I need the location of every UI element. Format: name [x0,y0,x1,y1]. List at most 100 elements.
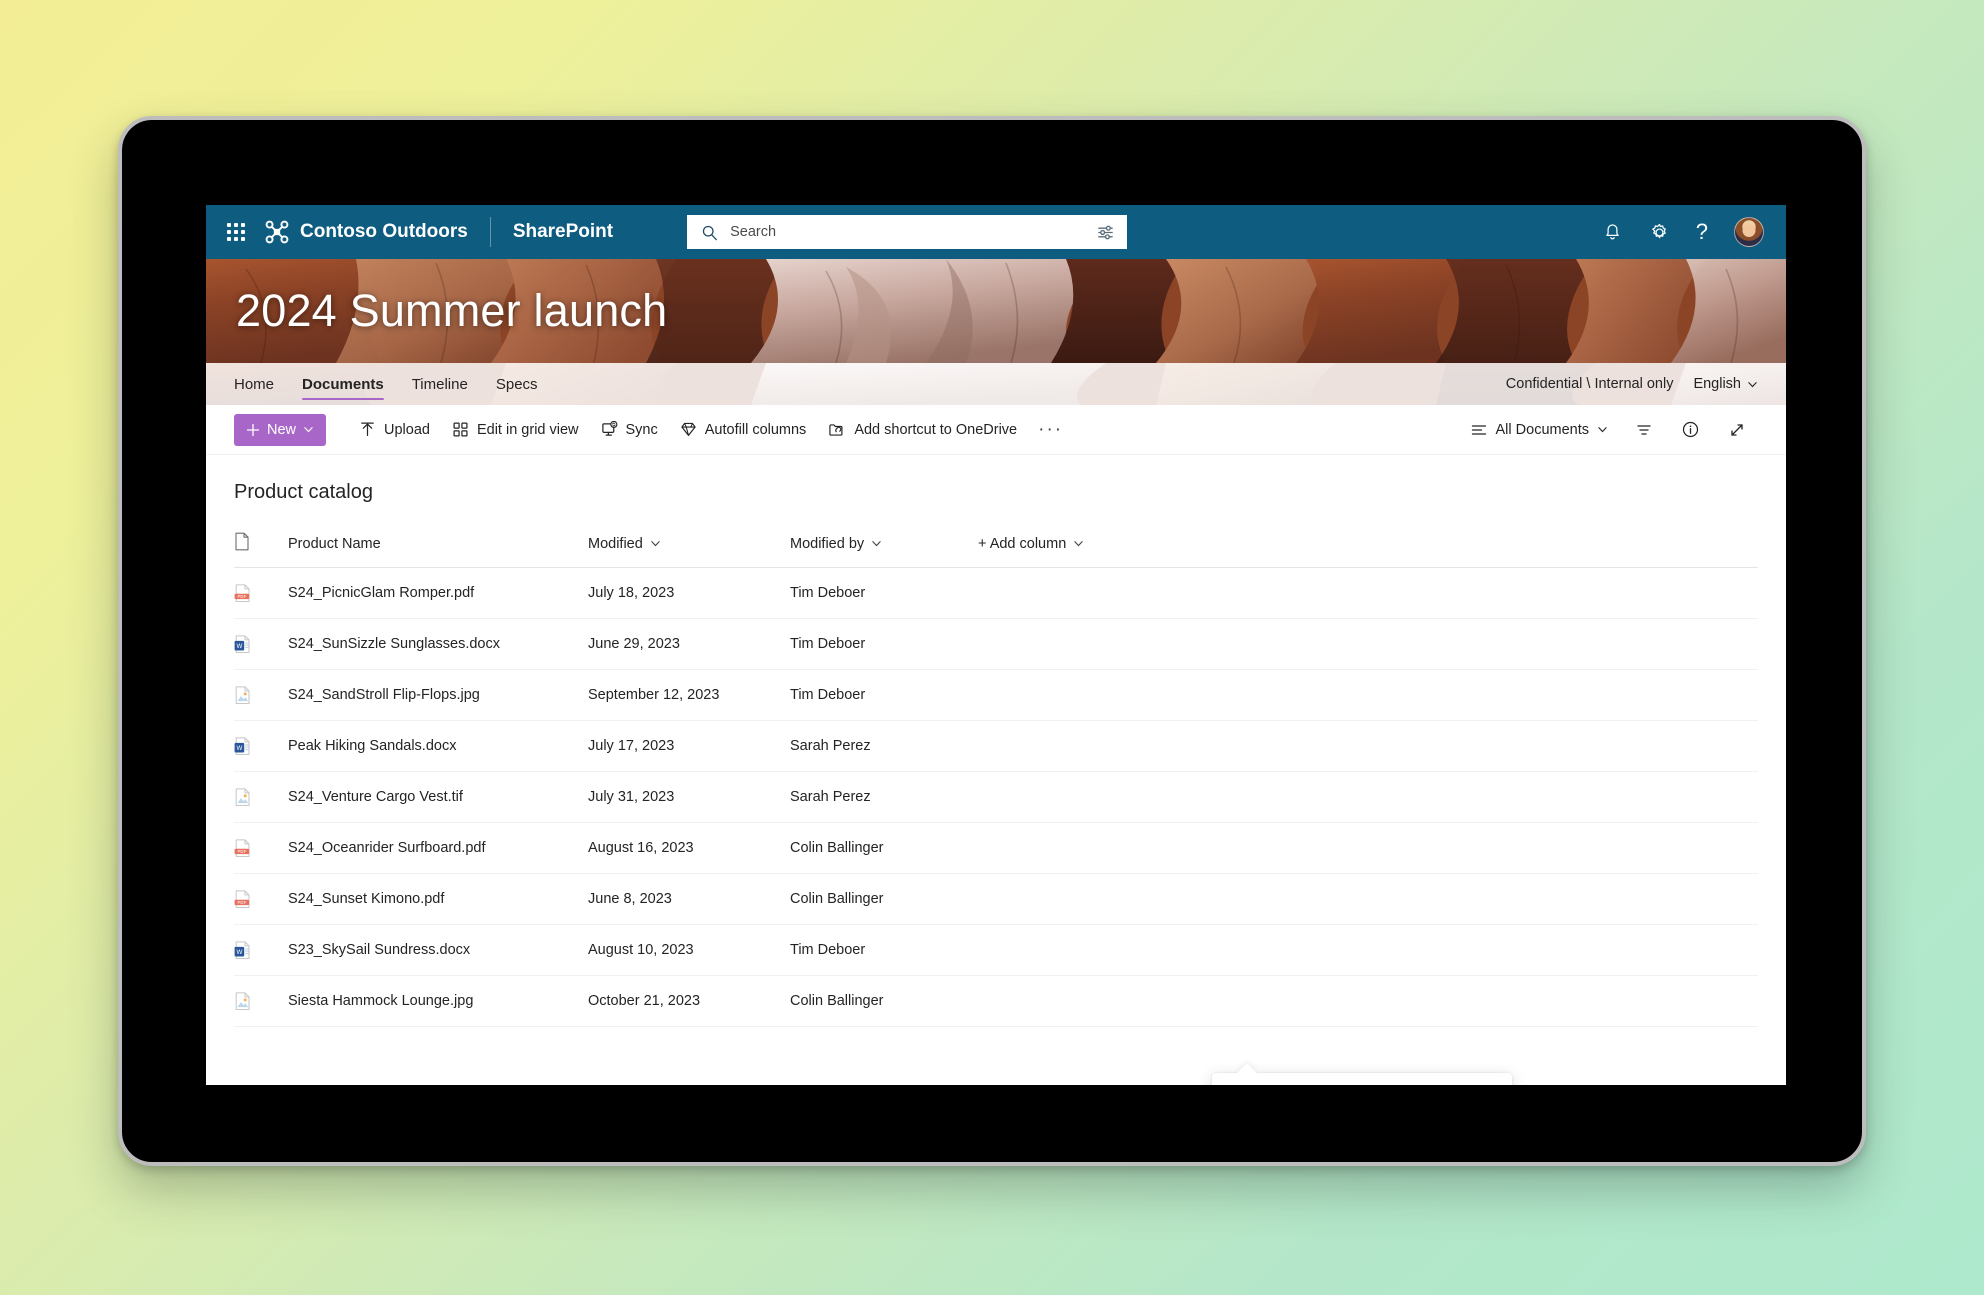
svg-text:PDF: PDF [238,849,247,854]
row-product-name[interactable]: S24_Sunset Kimono.pdf [288,873,588,925]
row-file-icon-cell: PDF [234,873,288,925]
add-shortcut-to-onedrive-button[interactable]: Add shortcut to OneDrive [817,413,1028,447]
add-shortcut-label: Add shortcut to OneDrive [854,421,1018,438]
row-product-name[interactable]: S24_Venture Cargo Vest.tif [288,771,588,823]
edit-in-grid-view-button[interactable]: Edit in grid view [441,413,590,447]
row-modified-by[interactable]: Colin Ballinger [790,822,978,874]
row-modified-by[interactable]: Tim Deboer [790,618,978,670]
notifications-icon[interactable] [1602,222,1623,243]
row-modified-by[interactable]: Tim Deboer [790,567,978,619]
user-avatar[interactable] [1734,217,1764,247]
contoso-drone-logo [265,220,289,244]
new-button-label: New [267,421,297,438]
nav-label-home: Home [234,375,275,393]
document-library-content: Product catalog Product Name Modified Mo… [206,455,1786,1085]
table-row[interactable]: PDF S24_Oceanrider Surfboard.pdf August 16… [234,822,1758,874]
expand-button[interactable] [1716,413,1758,447]
row-modified-by[interactable]: Sarah Perez [790,771,978,823]
search-icon [702,225,718,240]
row-product-name[interactable]: S24_SandStroll Flip-Flops.jpg [288,669,588,721]
row-modified: September 12, 2023 [588,669,790,721]
table-row[interactable]: PDF S24_PicnicGlam Romper.pdf July 18, 202… [234,567,1758,619]
search-input[interactable] [730,224,1097,240]
row-file-icon-cell [234,669,288,721]
row-product-name[interactable]: S24_PicnicGlam Romper.pdf [288,567,588,619]
row-modified-by[interactable]: Colin Ballinger [790,873,978,925]
autofill-columns-button[interactable]: Autofill columns [669,413,818,447]
help-icon[interactable]: ? [1696,221,1708,243]
chevron-down-icon [304,427,313,433]
row-modified-by[interactable]: Tim Deboer [790,669,978,721]
nav-label-timeline: Timeline [411,375,468,393]
callout-header: Autofill empty rows for this column [1212,1073,1512,1085]
language-label: English [1693,376,1741,392]
upload-icon [361,422,374,436]
language-selector[interactable]: English [1693,376,1758,392]
table-row[interactable]: PDF S24_Sunset Kimono.pdf June 8, 2023 Coli… [234,873,1758,925]
sidebar-item-timeline[interactable]: Timeline [412,363,468,405]
image-file-icon [235,991,250,1010]
column-header-add-column[interactable]: + Add column [978,526,1758,568]
autofill-diamond-icon [681,422,696,436]
app-name-label[interactable]: SharePoint [513,221,613,243]
files-table-head: Product Name Modified Modified by + Add … [234,526,1758,568]
site-hero-banner: 2024 Summer launch [206,259,1786,363]
suite-divider [489,217,491,247]
search-box[interactable] [687,215,1128,249]
row-modified-by[interactable]: Tim Deboer [790,924,978,976]
column-label-add-column: + Add column [978,535,1067,552]
row-modified-by[interactable]: Sarah Perez [790,720,978,772]
row-product-name[interactable]: Peak Hiking Sandals.docx [288,720,588,772]
row-modified-by[interactable]: Colin Ballinger [790,975,978,1027]
view-selector-button[interactable]: All Documents [1459,413,1619,447]
filter-icon [1637,424,1651,435]
search-filter-icon[interactable] [1096,223,1115,242]
svg-text:W: W [236,948,242,955]
info-button[interactable] [1669,413,1712,447]
filter-button[interactable] [1623,413,1665,447]
column-header-modified-by[interactable]: Modified by [790,526,978,568]
row-product-name[interactable]: Siesta Hammock Lounge.jpg [288,975,588,1027]
pdf-file-icon: PDF [234,583,250,602]
svg-text:PDF: PDF [238,900,247,905]
row-product-name[interactable]: S24_SunSizzle Sunglasses.docx [288,618,588,670]
column-header-product-name[interactable]: Product Name [288,526,588,568]
row-modified: August 16, 2023 [588,822,790,874]
word-file-icon: W [234,736,250,755]
row-file-icon-cell: W [234,618,288,670]
table-row[interactable]: W S24_SunSizzle Sunglasses.docx June 29, 2… [234,618,1758,670]
org-brand[interactable]: Contoso Outdoors [264,219,468,245]
nav-label-documents: Documents [302,375,384,393]
chevron-down-icon [1598,427,1607,433]
table-row[interactable]: W S23_SkySail Sundress.docx August 10, 202… [234,924,1758,976]
settings-icon[interactable] [1649,222,1670,243]
column-header-modified[interactable]: Modified [588,526,790,568]
table-row[interactable]: S24_Venture Cargo Vest.tif July 31, 2023 S… [234,771,1758,823]
new-button[interactable]: New [234,413,327,446]
waffle-icon[interactable] [224,220,248,244]
table-row[interactable]: W Peak Hiking Sandals.docx July 17, 2023 Sa… [234,720,1758,772]
svg-text:PDF: PDF [238,594,247,599]
sidebar-item-specs[interactable]: Specs [496,363,538,405]
sync-label: Sync [625,421,658,438]
upload-button[interactable]: Upload [348,413,441,447]
autofill-columns-label: Autofill columns [704,421,807,438]
table-row[interactable]: S24_SandStroll Flip-Flops.jpg September 1… [234,669,1758,721]
sync-button[interactable]: Sync [590,413,669,447]
column-label-product-name: Product Name [288,535,381,552]
row-add-column-cell [978,669,1758,721]
tablet-device-frame: Contoso Outdoors SharePoint Search ? 202… [118,116,1866,1166]
column-label-modified: Modified [588,535,643,552]
word-file-icon: W [234,940,250,959]
sidebar-item-documents[interactable]: Documents [302,363,384,405]
suite-actions: ? [1602,217,1764,247]
suite-header-bar: Contoso Outdoors SharePoint Search ? [206,205,1786,259]
row-product-name[interactable]: S23_SkySail Sundress.docx [288,924,588,976]
table-row[interactable]: Siesta Hammock Lounge.jpg October 21, 202… [234,975,1758,1027]
more-commands-button[interactable]: ··· [1028,419,1073,441]
sensitivity-label[interactable]: Confidential \ Internal only [1506,376,1674,392]
row-product-name[interactable]: S24_Oceanrider Surfboard.pdf [288,822,588,874]
sidebar-item-home[interactable]: Home [234,363,274,405]
chevron-down-icon [1074,541,1083,547]
row-add-column-cell [978,975,1758,1027]
